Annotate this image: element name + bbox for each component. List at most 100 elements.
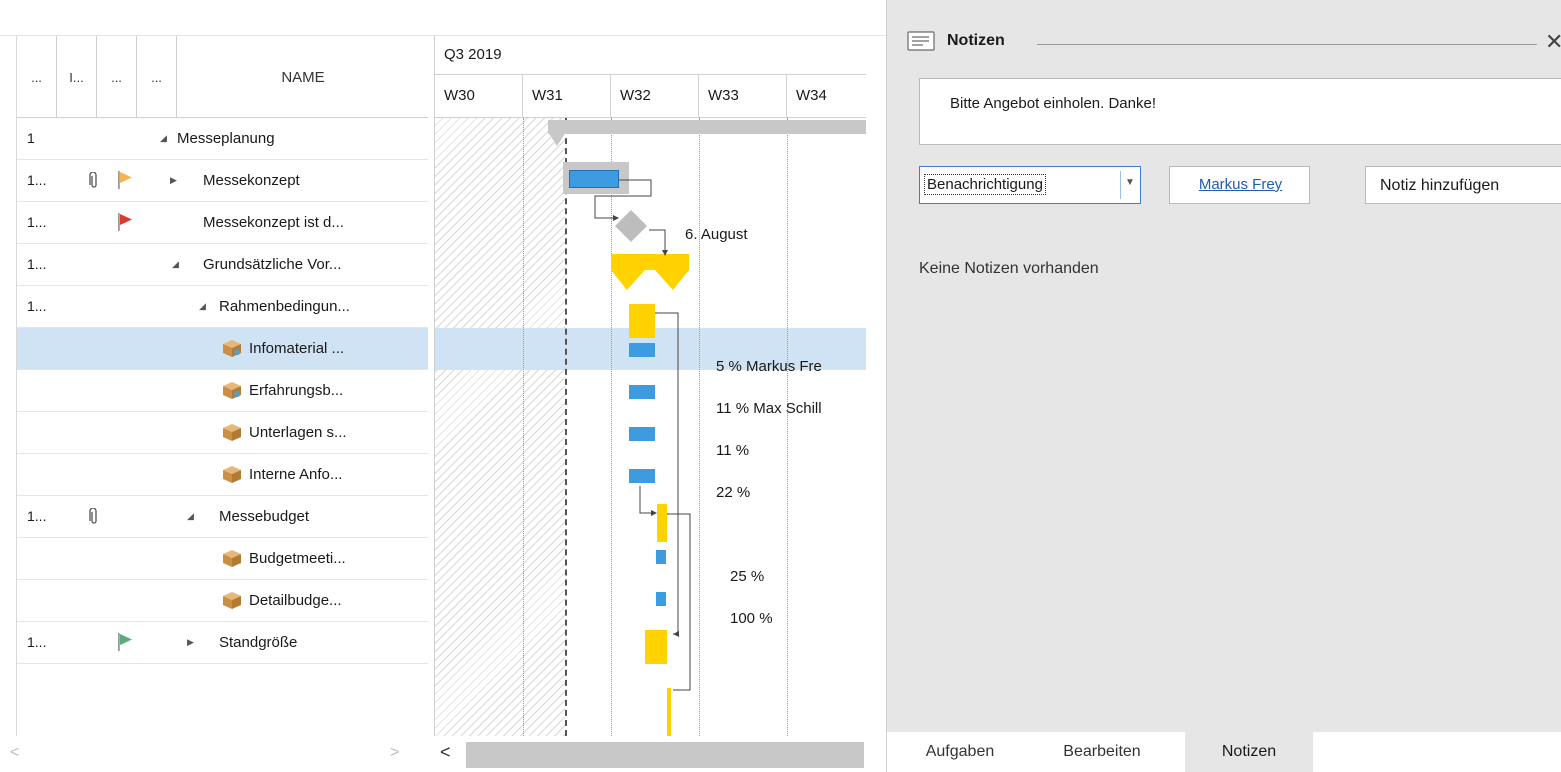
- scroll-right-icon[interactable]: >: [390, 744, 399, 762]
- column-header-3[interactable]: ...: [97, 36, 137, 118]
- timescale-week: W31: [523, 74, 611, 118]
- grid-horizontal-scrollbar[interactable]: < >: [0, 736, 428, 772]
- title-divider: [1037, 44, 1537, 45]
- task-row[interactable]: 1 ◢ Messeplanung: [17, 118, 428, 160]
- task-row[interactable]: 1... ◢ Rahmenbedingun...: [17, 286, 428, 328]
- milestone-diamond[interactable]: [611, 208, 651, 248]
- task-id: 1...: [27, 508, 47, 524]
- task-row[interactable]: 1... Messekonzept ist d...: [17, 202, 428, 244]
- task-id: 1...: [27, 298, 47, 314]
- summary-bar-partial: [667, 688, 671, 736]
- task-id: 1...: [27, 256, 47, 272]
- task-bar-messekonzept[interactable]: [569, 170, 619, 188]
- task-name: Erfahrungsb...: [249, 382, 344, 399]
- column-header-info[interactable]: I...: [57, 36, 97, 118]
- collapse-icon[interactable]: ◢: [172, 244, 179, 285]
- chevron-down-icon[interactable]: ▼: [1125, 177, 1135, 188]
- assigned-user-link[interactable]: Markus Frey: [1169, 166, 1310, 204]
- task-row-selected[interactable]: Infomaterial ...: [17, 328, 428, 370]
- assigned-user-name[interactable]: Markus Frey: [1170, 176, 1311, 193]
- scrollbar-thumb[interactable]: [466, 742, 864, 768]
- task-bar-interne[interactable]: [629, 469, 655, 483]
- milestone-label: 6. August: [685, 226, 748, 243]
- flag-red-icon: [118, 213, 132, 231]
- task-row-partial[interactable]: [17, 664, 428, 706]
- task-name: Messekonzept: [203, 172, 300, 189]
- summary-bar-rahmenbedingungen[interactable]: [629, 304, 655, 338]
- task-row[interactable]: Unterlagen s...: [17, 412, 428, 454]
- bottom-tab-bar: Aufgaben Bearbeiten Notizen: [887, 732, 1561, 772]
- nonworking-time-area: [435, 118, 565, 736]
- task-row[interactable]: 1... ◢ Messebudget: [17, 496, 428, 538]
- task-row[interactable]: Erfahrungsb...: [17, 370, 428, 412]
- task-bar-label: 11 % Max Schill: [716, 400, 822, 417]
- note-type-value: Benachrichtigung: [924, 174, 1046, 195]
- notes-panel: Notizen ✕ Bitte Angebot einholen. Danke!…: [886, 0, 1561, 772]
- dropdown-divider: [1120, 171, 1121, 199]
- task-bar-label: 22 %: [716, 484, 751, 501]
- task-name: Interne Anfo...: [249, 466, 343, 483]
- task-bar-detailbudget[interactable]: [656, 592, 666, 606]
- gridline: [787, 118, 788, 736]
- collapse-icon[interactable]: ◢: [160, 118, 167, 159]
- task-name: Grundsätzliche Vor...: [203, 256, 342, 273]
- task-name: Detailbudge...: [249, 592, 342, 609]
- expand-icon[interactable]: ▶: [170, 160, 177, 201]
- task-name: Unterlagen s...: [249, 424, 347, 441]
- task-row[interactable]: Budgetmeeti...: [17, 538, 428, 580]
- task-name: Standgröße: [219, 634, 298, 651]
- scroll-left-icon[interactable]: <: [440, 742, 451, 763]
- add-note-button[interactable]: Notiz hinzufügen: [1365, 166, 1561, 204]
- task-row[interactable]: 1... ▶ Messekonzept: [17, 160, 428, 202]
- expand-icon[interactable]: ▶: [187, 622, 194, 663]
- today-line: [565, 118, 567, 736]
- task-package-icon: [223, 550, 241, 567]
- close-icon[interactable]: ✕: [1545, 29, 1561, 55]
- app-window: ... I... ... ... NAME 1 ◢ Messeplanung 1…: [0, 0, 1561, 772]
- column-header-1[interactable]: ...: [17, 36, 57, 118]
- task-bar-label: 11 %: [716, 442, 750, 459]
- task-bar-budgetmeeting[interactable]: [656, 550, 666, 564]
- column-header-name[interactable]: NAME: [177, 36, 428, 118]
- notes-icon: [907, 31, 935, 51]
- flag-orange-icon: [118, 171, 132, 189]
- column-header-4[interactable]: ...: [137, 36, 177, 118]
- task-user-package-icon: [223, 382, 241, 399]
- task-row[interactable]: Detailbudge...: [17, 580, 428, 622]
- note-type-dropdown[interactable]: Benachrichtigung ▼: [919, 166, 1141, 204]
- empty-notes-message: Keine Notizen vorhanden: [919, 260, 1099, 277]
- gantt-horizontal-scrollbar[interactable]: <: [434, 736, 866, 772]
- summary-bar-messeplanung[interactable]: [548, 120, 866, 134]
- task-grid: ... I... ... ... NAME 1 ◢ Messeplanung 1…: [16, 36, 428, 736]
- task-package-icon: [223, 466, 241, 483]
- collapse-icon[interactable]: ◢: [199, 286, 206, 327]
- summary-bar-grundsaetzliche[interactable]: [611, 254, 691, 294]
- task-id: 1...: [27, 634, 47, 650]
- task-package-icon: [223, 424, 241, 441]
- task-name: Messebudget: [219, 508, 310, 525]
- task-row[interactable]: 1... ◢ Grundsätzliche Vor...: [17, 244, 428, 286]
- note-input[interactable]: Bitte Angebot einholen. Danke!: [919, 78, 1561, 145]
- scroll-left-icon[interactable]: <: [10, 744, 19, 762]
- task-bar-infomaterial[interactable]: [629, 343, 655, 357]
- tab-aufgaben[interactable]: Aufgaben: [905, 732, 1015, 772]
- attachment-icon[interactable]: [89, 508, 99, 526]
- timescale-quarter: Q3 2019: [444, 46, 502, 63]
- task-row[interactable]: Interne Anfo...: [17, 454, 428, 496]
- note-text[interactable]: Bitte Angebot einholen. Danke!: [950, 95, 1156, 112]
- summary-bar-standgroesse[interactable]: [645, 630, 667, 664]
- task-name: Messekonzept ist d...: [203, 214, 344, 231]
- flag-green-icon: [118, 633, 132, 651]
- task-bar-erfahrung[interactable]: [629, 385, 655, 399]
- gantt-body: 6. August 5 % Markus Fre 11 % Max Schill…: [435, 118, 866, 736]
- task-id: 1...: [27, 214, 47, 230]
- task-bar-unterlagen[interactable]: [629, 427, 655, 441]
- task-row[interactable]: 1... ▶ Standgröße: [17, 622, 428, 664]
- tab-bearbeiten[interactable]: Bearbeiten: [1037, 732, 1167, 772]
- timescale-week: W33: [699, 74, 787, 118]
- collapse-icon[interactable]: ◢: [187, 496, 194, 537]
- summary-bar-messebudget[interactable]: [657, 504, 667, 542]
- task-id: 1...: [27, 172, 47, 188]
- tab-notizen[interactable]: Notizen: [1185, 732, 1313, 772]
- attachment-icon[interactable]: [89, 172, 99, 190]
